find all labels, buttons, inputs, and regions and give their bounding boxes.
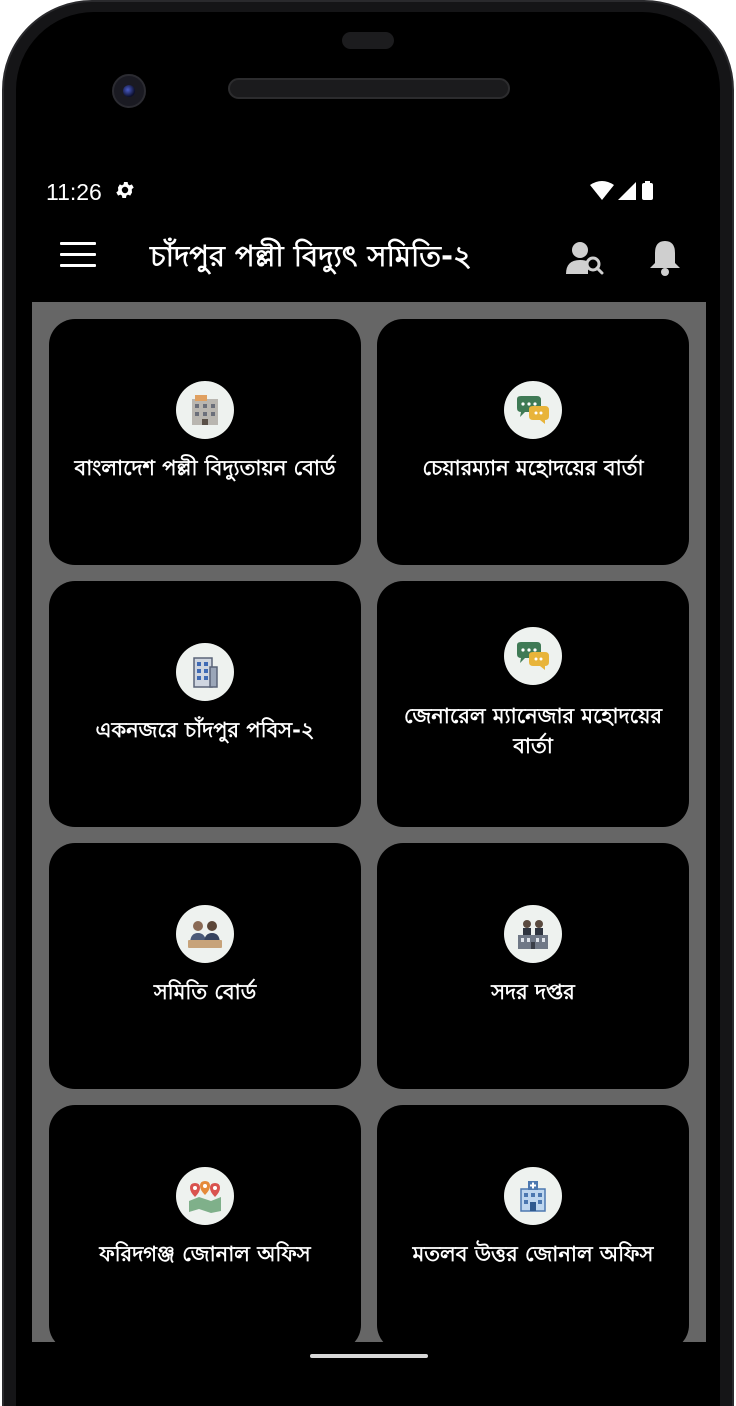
card-general-manager-message[interactable]: জেনারেল ম্যানেজার মহোদয়ের বার্তা xyxy=(377,581,689,827)
card-label: বাংলাদেশ পল্লী বিদ্যুতায়ন বোর্ড xyxy=(74,456,336,480)
navigation-bar xyxy=(32,1342,706,1406)
wifi-icon xyxy=(590,181,614,200)
card-rural-electrification-board[interactable]: বাংলাদেশ পল্লী বিদ্যুতায়ন বোর্ড xyxy=(49,319,361,565)
signal-icon xyxy=(618,182,636,200)
card-at-a-glance[interactable]: একনজরে চাঁদপুর পবিস-২ xyxy=(49,581,361,827)
menu-grid: বাংলাদেশ পল্লী বিদ্যুতায়ন বোর্ড চেয়ারম… xyxy=(32,302,706,1342)
status-time: 11:26 xyxy=(46,179,102,205)
card-label: মতলব উত্তর জোনাল অফিস xyxy=(412,1242,654,1266)
card-samity-board[interactable]: সমিতি বোর্ড xyxy=(49,843,361,1089)
card-chairman-message[interactable]: চেয়ারম্যান মহোদয়ের বার্তা xyxy=(377,319,689,565)
app-bar: চাঁদপুর পল্লী বিদ্যুৎ সমিতি-২ xyxy=(32,214,704,302)
home-gesture-bar[interactable] xyxy=(310,1354,428,1358)
front-camera xyxy=(112,74,146,108)
card-label: চেয়ারম্যান মহোদয়ের বার্তা xyxy=(422,456,644,480)
status-indicators xyxy=(590,181,653,200)
office-building-icon xyxy=(176,381,234,439)
card-label: ফরিদগঞ্জ জোনাল অফিস xyxy=(99,1242,311,1266)
tower-building-icon xyxy=(176,643,234,701)
status-bar: 11:26 xyxy=(32,170,704,214)
card-label: সদর দপ্তর xyxy=(491,980,575,1004)
settings-gear-icon xyxy=(116,182,134,198)
hospital-building-icon xyxy=(504,1167,562,1225)
earpiece xyxy=(342,32,394,49)
user-search-icon[interactable] xyxy=(566,240,604,276)
chat-bubbles-icon xyxy=(504,627,562,685)
battery-icon xyxy=(642,183,653,200)
headquarters-icon xyxy=(504,905,562,963)
hamburger-menu-icon[interactable] xyxy=(60,242,96,272)
card-label: সমিতি বোর্ড xyxy=(153,980,257,1004)
chat-bubbles-icon xyxy=(504,381,562,439)
zonal-map-pins-icon xyxy=(176,1167,234,1225)
card-label: একনজরে চাঁদপুর পবিস-২ xyxy=(95,718,315,742)
card-matlab-uttar-zonal-office[interactable]: মতলব উত্তর জোনাল অফিস xyxy=(377,1105,689,1342)
page-title: চাঁদপুর পল্লী বিদ্যুৎ সমিতি-২ xyxy=(150,239,472,273)
speaker-grille xyxy=(228,78,510,99)
card-label: জেনারেল ম্যানেজার মহোদয়ের বার্তা xyxy=(403,704,663,758)
board-meeting-icon xyxy=(176,905,234,963)
notification-bell-icon[interactable] xyxy=(648,238,682,276)
card-head-office[interactable]: সদর দপ্তর xyxy=(377,843,689,1089)
card-faridganj-zonal-office[interactable]: ফরিদগঞ্জ জোনাল অফিস xyxy=(49,1105,361,1342)
